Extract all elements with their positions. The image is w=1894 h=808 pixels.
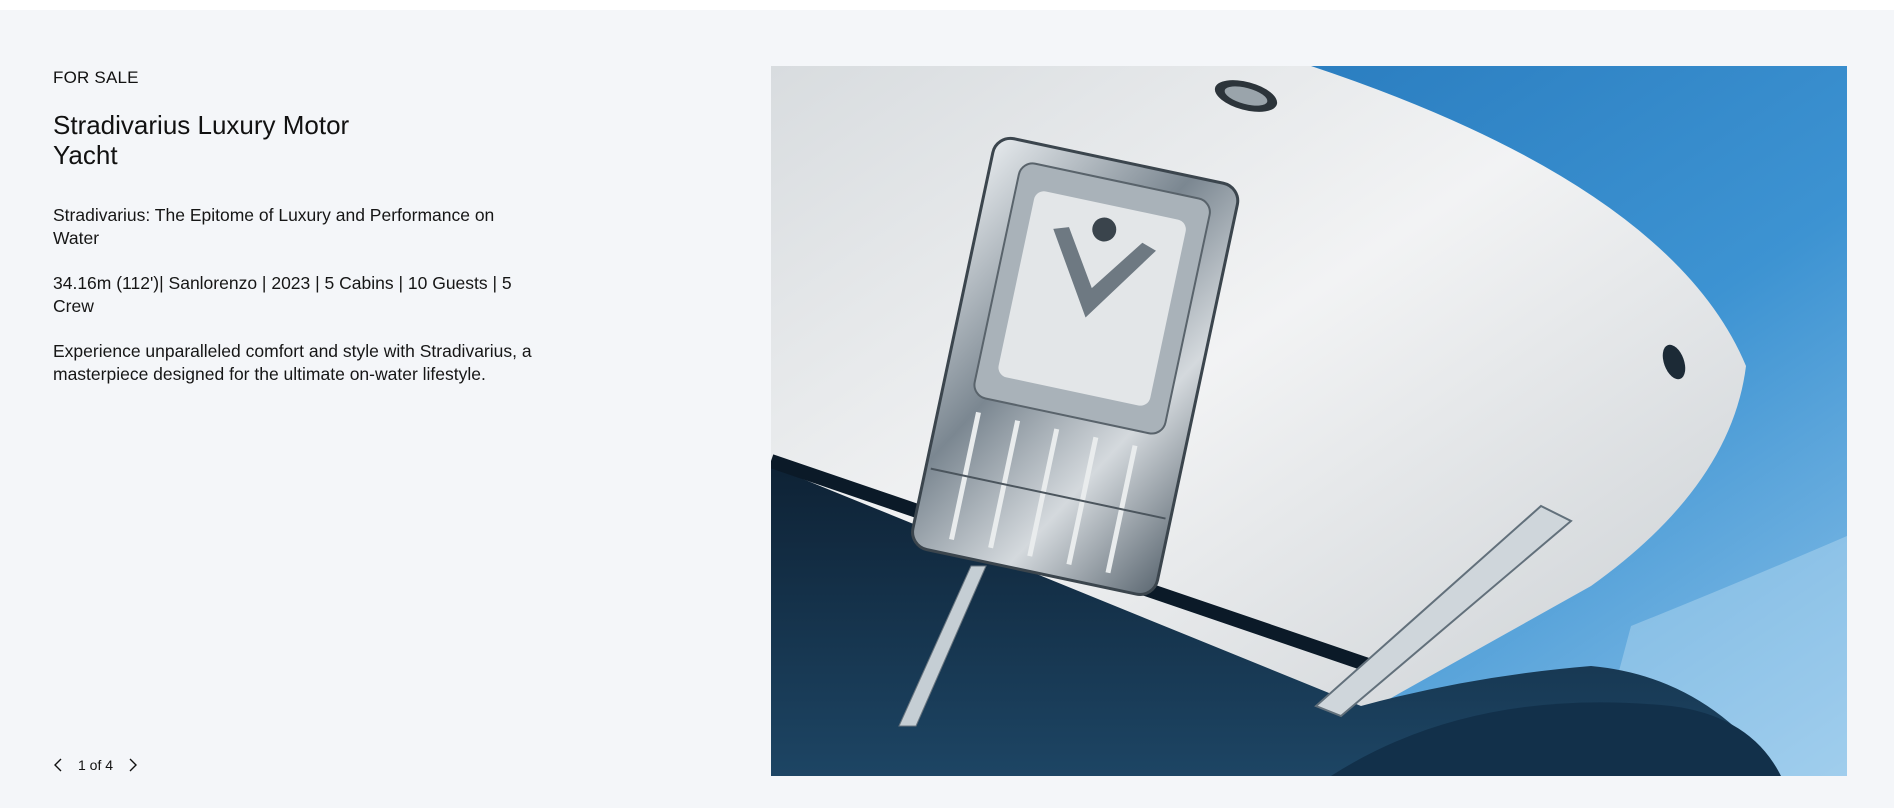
listing-specs: 34.16m (112')| Sanlorenzo | 2023 | 5 Cab… <box>53 273 512 316</box>
yacht-bow-anchor-photo <box>771 66 1847 776</box>
listing-title: Stradivarius Luxury Motor Yacht <box>53 110 350 170</box>
chevron-left-icon[interactable] <box>50 756 66 774</box>
gallery-counter: 1 of 4 <box>78 757 114 773</box>
listing-tagline: Stradivarius: The Epitome of Luxury and … <box>53 205 495 248</box>
listing-info: FOR SALE Stradivarius Luxury Motor Yacht… <box>53 66 543 386</box>
listing-section: FOR SALE Stradivarius Luxury Motor Yacht… <box>0 10 1894 808</box>
chevron-right-icon[interactable] <box>125 756 141 774</box>
gallery-pager: 1 of 4 <box>50 756 141 774</box>
listing-description: Experience unparalleled comfort and styl… <box>53 341 532 384</box>
sale-status-label: FOR SALE <box>53 68 139 87</box>
